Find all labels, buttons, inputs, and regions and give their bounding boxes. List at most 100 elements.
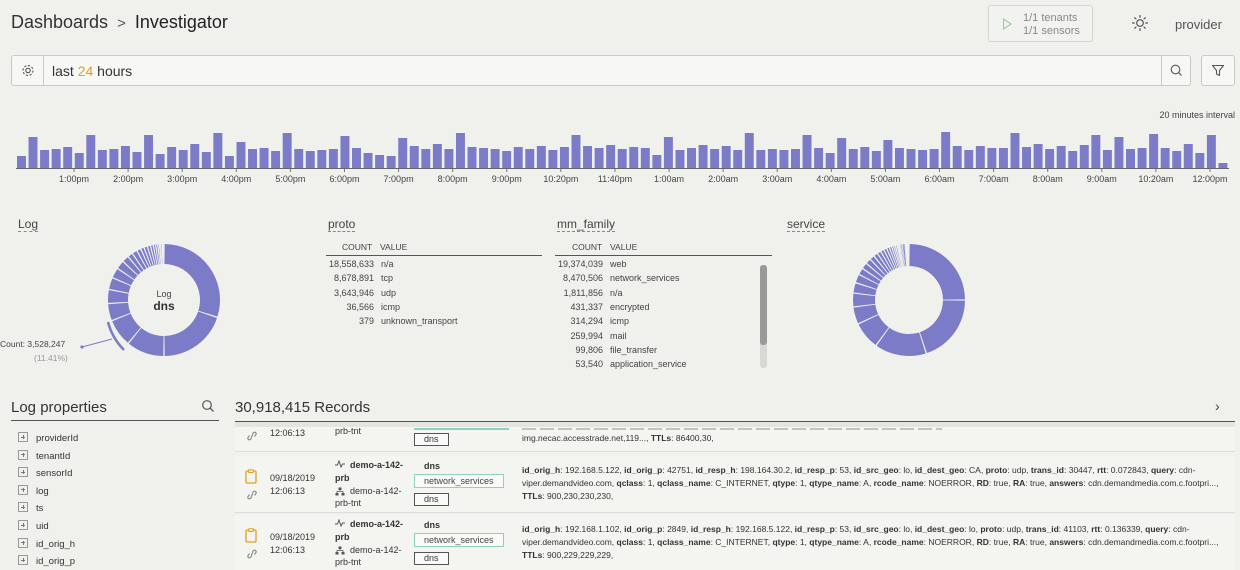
histogram-bar[interactable] bbox=[814, 148, 824, 168]
donut-slice[interactable] bbox=[900, 244, 904, 267]
histogram-bar[interactable] bbox=[791, 149, 800, 168]
histogram-bar[interactable] bbox=[317, 150, 327, 168]
expand-icon[interactable] bbox=[18, 467, 28, 478]
tenants-sensors-button[interactable]: 1/1 tenants 1/1 sensors bbox=[988, 5, 1093, 42]
histogram-bar[interactable] bbox=[17, 156, 26, 168]
histogram-bar[interactable] bbox=[1195, 153, 1205, 168]
properties-search-icon[interactable] bbox=[201, 399, 215, 413]
histogram-bar[interactable] bbox=[132, 152, 142, 168]
histogram-bar[interactable] bbox=[663, 137, 673, 168]
histogram-bar[interactable] bbox=[409, 146, 419, 168]
histogram-bar[interactable] bbox=[571, 135, 581, 168]
mm-family-col-count[interactable]: COUNT bbox=[572, 242, 602, 252]
histogram-bar[interactable] bbox=[1033, 144, 1043, 168]
expand-icon[interactable] bbox=[18, 555, 28, 566]
histogram-bar[interactable] bbox=[941, 132, 951, 168]
expand-icon[interactable] bbox=[18, 537, 28, 548]
histogram-bar[interactable] bbox=[513, 147, 523, 168]
histogram-bar[interactable] bbox=[1079, 145, 1089, 168]
log-donut-chart[interactable]: Log dns bbox=[0, 240, 240, 370]
histogram-bar[interactable] bbox=[583, 146, 593, 168]
histogram-bar[interactable] bbox=[710, 149, 720, 168]
histogram-bar[interactable] bbox=[594, 148, 604, 168]
histogram-bar[interactable] bbox=[629, 147, 639, 168]
histogram-bar[interactable] bbox=[1172, 151, 1182, 168]
histogram-bar[interactable] bbox=[1010, 133, 1020, 168]
histogram-bar[interactable] bbox=[467, 147, 477, 168]
family-tag[interactable]: network_services bbox=[414, 474, 504, 488]
expand-icon[interactable] bbox=[18, 449, 28, 460]
mm-family-row[interactable]: 431,337 encrypted bbox=[555, 302, 649, 312]
histogram-bar[interactable] bbox=[328, 149, 338, 168]
histogram-bar[interactable] bbox=[40, 150, 50, 168]
histogram-bar[interactable] bbox=[883, 140, 893, 168]
mm-family-row[interactable]: 1,811,856 n/a bbox=[555, 288, 623, 298]
histogram-bar[interactable] bbox=[190, 144, 200, 168]
histogram-bar[interactable] bbox=[652, 155, 662, 168]
record-host[interactable]: demo-a-142- bbox=[350, 460, 403, 470]
histogram-bar[interactable] bbox=[1102, 150, 1112, 168]
property-item[interactable]: id_orig_p bbox=[18, 555, 75, 567]
histogram-bar[interactable] bbox=[63, 147, 73, 168]
histogram-bar[interactable] bbox=[490, 149, 500, 168]
histogram-bar[interactable] bbox=[918, 150, 928, 168]
search-bar[interactable]: last 24 hours bbox=[11, 55, 1191, 86]
histogram-bar[interactable] bbox=[825, 153, 835, 168]
mm-family-row[interactable]: 53,540 application_service bbox=[555, 359, 686, 369]
donut-slice[interactable] bbox=[897, 245, 903, 267]
histogram-bar[interactable] bbox=[1149, 134, 1159, 168]
histogram-bar[interactable] bbox=[687, 148, 696, 168]
histogram-bar[interactable] bbox=[1045, 149, 1055, 168]
donut-slice[interactable] bbox=[903, 244, 907, 267]
histogram-bar[interactable] bbox=[964, 150, 974, 168]
histogram-bar[interactable] bbox=[837, 138, 847, 168]
service-donut-chart[interactable] bbox=[840, 240, 980, 365]
search-settings-button[interactable] bbox=[12, 56, 44, 85]
mm-family-row[interactable]: 19,374,039 web bbox=[555, 259, 627, 269]
histogram-bar[interactable] bbox=[617, 149, 627, 168]
record-details[interactable]: id_orig_h: 192.168.5.122, id_orig_p: 427… bbox=[522, 464, 1235, 503]
expand-icon[interactable] bbox=[18, 484, 28, 495]
histogram-bar[interactable] bbox=[894, 148, 904, 168]
expand-icon[interactable] bbox=[18, 432, 28, 442]
filter-button[interactable] bbox=[1201, 55, 1235, 86]
histogram-bar[interactable] bbox=[155, 154, 165, 168]
record-details[interactable]: img.necac.accesstrade.net,119..., TTLs: … bbox=[522, 432, 1235, 445]
histogram-bar[interactable] bbox=[1114, 137, 1124, 168]
histogram-bar[interactable] bbox=[340, 136, 350, 168]
histogram-bar[interactable] bbox=[1056, 146, 1066, 168]
service-tag[interactable]: dns bbox=[414, 552, 449, 565]
mm-family-scrollbar[interactable] bbox=[760, 265, 767, 368]
histogram-bar[interactable] bbox=[1126, 149, 1135, 168]
histogram-bar[interactable] bbox=[178, 150, 188, 168]
histogram-bar[interactable] bbox=[987, 148, 997, 168]
property-item[interactable]: log bbox=[18, 484, 49, 497]
mm-family-widget-title[interactable]: mm_family bbox=[557, 218, 616, 232]
histogram-bar[interactable] bbox=[1091, 135, 1101, 168]
histogram-bar[interactable] bbox=[224, 156, 234, 168]
histogram-bar[interactable] bbox=[998, 148, 1008, 168]
histogram-bar[interactable] bbox=[1137, 148, 1147, 168]
histogram-bar[interactable] bbox=[640, 148, 650, 168]
donut-slice[interactable] bbox=[894, 245, 901, 268]
mm-family-row[interactable]: 8,470,506 network_services bbox=[555, 273, 680, 283]
histogram-bar[interactable] bbox=[305, 151, 315, 168]
histogram-bar[interactable] bbox=[733, 150, 743, 168]
record-details[interactable]: id_orig_h: 192.168.1.102, id_orig_p: 284… bbox=[522, 523, 1235, 562]
histogram-bar[interactable] bbox=[51, 149, 61, 168]
histogram-bar[interactable] bbox=[363, 153, 373, 168]
service-tag[interactable]: dns bbox=[414, 433, 449, 446]
proto-col-count[interactable]: COUNT bbox=[342, 242, 372, 252]
histogram-bar[interactable] bbox=[432, 144, 442, 168]
histogram-bar[interactable] bbox=[421, 149, 431, 168]
mm-family-row[interactable]: 314,294 icmp bbox=[555, 316, 629, 326]
proto-widget-title[interactable]: proto bbox=[328, 218, 356, 232]
histogram-bar[interactable] bbox=[282, 133, 292, 168]
link-icon[interactable] bbox=[246, 490, 258, 500]
histogram-bar[interactable] bbox=[536, 146, 546, 168]
donut-slice[interactable] bbox=[919, 300, 965, 354]
donut-slice[interactable] bbox=[164, 311, 218, 356]
histogram-bar[interactable] bbox=[559, 147, 569, 168]
histogram-bar[interactable] bbox=[1183, 144, 1193, 168]
log-widget-title[interactable]: Log bbox=[18, 218, 39, 232]
